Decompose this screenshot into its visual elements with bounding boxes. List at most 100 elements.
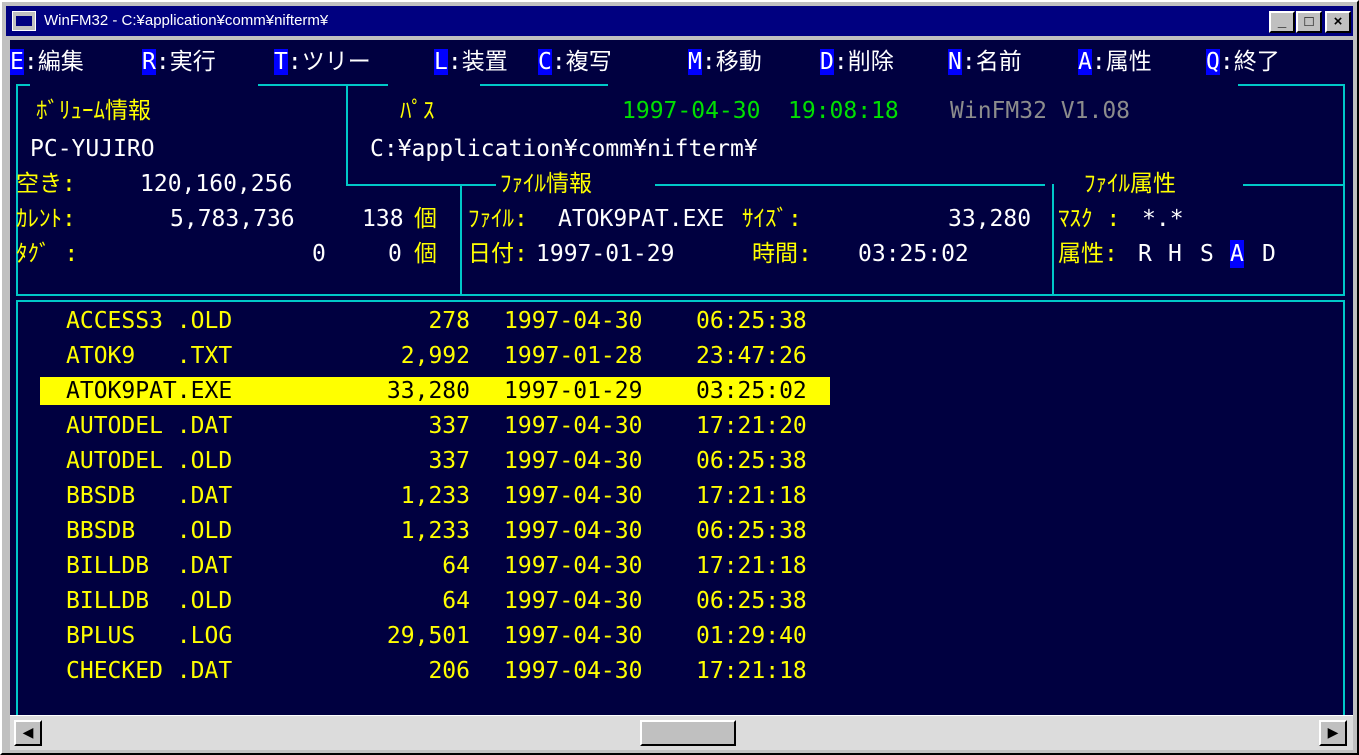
attr-label: 属性:: [1058, 241, 1118, 267]
menu-item-e[interactable]: E:編集: [10, 48, 84, 76]
file-row[interactable]: ACCESS3 .OLD 278 1997-04-30 06:25:38: [40, 307, 830, 335]
tag-count: 0: [388, 241, 402, 267]
attr-s[interactable]: S: [1200, 240, 1214, 268]
file-row[interactable]: BBSDB .OLD 1,233 1997-04-30 06:25:38: [40, 517, 830, 545]
current-count: 138: [362, 206, 404, 232]
file-date: 1997-04-30: [504, 623, 643, 649]
divider-horizontal: [346, 184, 496, 186]
menu-key-d: D: [820, 49, 834, 75]
list-frame-right: [1343, 300, 1345, 715]
menu-item-m[interactable]: M:移動: [688, 48, 762, 76]
menu-item-l[interactable]: L:装置: [434, 48, 508, 76]
menu-item-q[interactable]: Q:終了: [1206, 48, 1280, 76]
file-time: 17:21:18: [696, 553, 807, 579]
file-row[interactable]: CHECKED .DAT 206 1997-04-30 17:21:18: [40, 657, 830, 685]
menu-item-d[interactable]: D:削除: [820, 48, 894, 76]
menu-item-t[interactable]: T:ツリー: [274, 48, 371, 76]
menu-key-n: N: [948, 49, 962, 75]
file-row[interactable]: BBSDB .DAT 1,233 1997-04-30 17:21:18: [40, 482, 830, 510]
file-date: 1997-04-30: [504, 588, 643, 614]
file-date: 1997-04-30: [504, 308, 643, 334]
file-size: 64: [442, 588, 470, 614]
menu-item-c[interactable]: C:複写: [538, 48, 612, 76]
time-label: 時間:: [752, 241, 812, 267]
frame-top-mid1: [258, 84, 388, 86]
frame-top-left: [16, 84, 30, 86]
tag-size: 0: [312, 241, 326, 267]
title-bar[interactable]: WinFM32 - C:¥application¥comm¥nifterm¥ _…: [6, 6, 1353, 36]
file-name-value: ATOK9PAT.EXE: [558, 206, 725, 232]
file-row[interactable]: ATOK9 .TXT 2,992 1997-01-28 23:47:26: [40, 342, 830, 370]
file-name: ATOK9PAT.EXE: [66, 378, 233, 404]
scroll-right-button[interactable]: ▶: [1319, 720, 1347, 746]
time-value: 03:25:02: [858, 241, 969, 267]
file-row[interactable]: ATOK9PAT.EXE 33,280 1997-01-29 03:25:02: [40, 377, 830, 405]
close-button[interactable]: ×: [1325, 11, 1351, 33]
menu-item-r[interactable]: R:実行: [142, 48, 216, 76]
file-info-header: ﾌｧｲﾙ情報: [500, 171, 592, 197]
divider-vol-path: [346, 84, 348, 186]
file-name: BPLUS .LOG: [66, 623, 233, 649]
file-size: 2,992: [400, 343, 470, 369]
horizontal-scrollbar[interactable]: ◀ ▶: [10, 715, 1353, 750]
menu-label: :実行: [155, 49, 216, 75]
file-name: AUTODEL .DAT: [66, 413, 233, 439]
file-size: 1,233: [400, 518, 470, 544]
file-time: 06:25:38: [696, 588, 807, 614]
date-value: 1997-01-29: [536, 241, 675, 267]
frame-bottom: [16, 294, 1345, 296]
file-name: BILLDB .DAT: [66, 553, 233, 579]
minimize-button[interactable]: _: [1269, 11, 1295, 33]
file-row[interactable]: AUTODEL .DAT 337 1997-04-30 17:21:20: [40, 412, 830, 440]
size-label: ｻｲｽﾞ:: [742, 206, 802, 232]
divider-info-right: [1052, 184, 1054, 296]
menu-label: :複写: [551, 49, 612, 75]
scroll-thumb[interactable]: [640, 720, 736, 746]
file-size: 29,501: [386, 623, 470, 649]
file-size: 64: [442, 553, 470, 579]
file-size: 206: [428, 658, 470, 684]
file-name: BBSDB .OLD: [66, 518, 233, 544]
file-row[interactable]: BILLDB .OLD 64 1997-04-30 06:25:38: [40, 587, 830, 615]
attr-a[interactable]: A: [1230, 240, 1244, 268]
file-date: 1997-04-30: [504, 483, 643, 509]
menu-key-m: M: [688, 49, 702, 75]
attr-h[interactable]: H: [1168, 240, 1182, 268]
mask-value[interactable]: *.*: [1142, 205, 1184, 233]
file-row[interactable]: AUTODEL .OLD 337 1997-04-30 06:25:38: [40, 447, 830, 475]
version-label: WinFM32 V1.08: [950, 98, 1131, 124]
file-time: 06:25:38: [696, 518, 807, 544]
file-time: 17:21:20: [696, 413, 807, 439]
file-label: ﾌｧｲﾙ:: [468, 206, 528, 232]
file-time: 17:21:18: [696, 658, 807, 684]
volume-name: PC-YUJIRO: [30, 136, 155, 162]
file-row[interactable]: BPLUS .LOG 29,501 1997-04-30 01:29:40: [40, 622, 830, 650]
menu-item-a[interactable]: A:属性: [1078, 48, 1152, 76]
file-time: 03:25:02: [696, 378, 807, 404]
file-date: 1997-01-29: [504, 378, 643, 404]
maximize-button[interactable]: □: [1296, 11, 1322, 33]
free-value: 120,160,256: [140, 171, 293, 197]
tag-label: ﾀｸﾞ :: [16, 241, 79, 267]
menu-label: :移動: [701, 49, 762, 75]
file-row[interactable]: BILLDB .DAT 64 1997-04-30 17:21:18: [40, 552, 830, 580]
file-date: 1997-04-30: [504, 448, 643, 474]
current-count-unit: 個: [414, 206, 437, 232]
current-size: 5,783,736: [170, 206, 295, 232]
current-time: 19:08:18: [788, 98, 899, 124]
menu-key-q: Q: [1206, 49, 1220, 75]
file-time: 23:47:26: [696, 343, 807, 369]
date-label: 日付:: [468, 241, 528, 267]
file-time: 17:21:18: [696, 483, 807, 509]
window-title: WinFM32 - C:¥application¥comm¥nifterm¥: [44, 12, 329, 29]
app-window: WinFM32 - C:¥application¥comm¥nifterm¥ _…: [0, 0, 1359, 755]
attr-r[interactable]: R: [1138, 240, 1152, 268]
attr-d[interactable]: D: [1262, 240, 1276, 268]
menu-label: :ツリー: [287, 49, 371, 75]
app-icon[interactable]: [12, 11, 36, 31]
menu-item-n[interactable]: N:名前: [948, 48, 1022, 76]
file-date: 1997-01-28: [504, 343, 643, 369]
file-date: 1997-04-30: [504, 658, 643, 684]
tag-count-unit: 個: [414, 241, 437, 267]
scroll-left-button[interactable]: ◀: [14, 720, 42, 746]
